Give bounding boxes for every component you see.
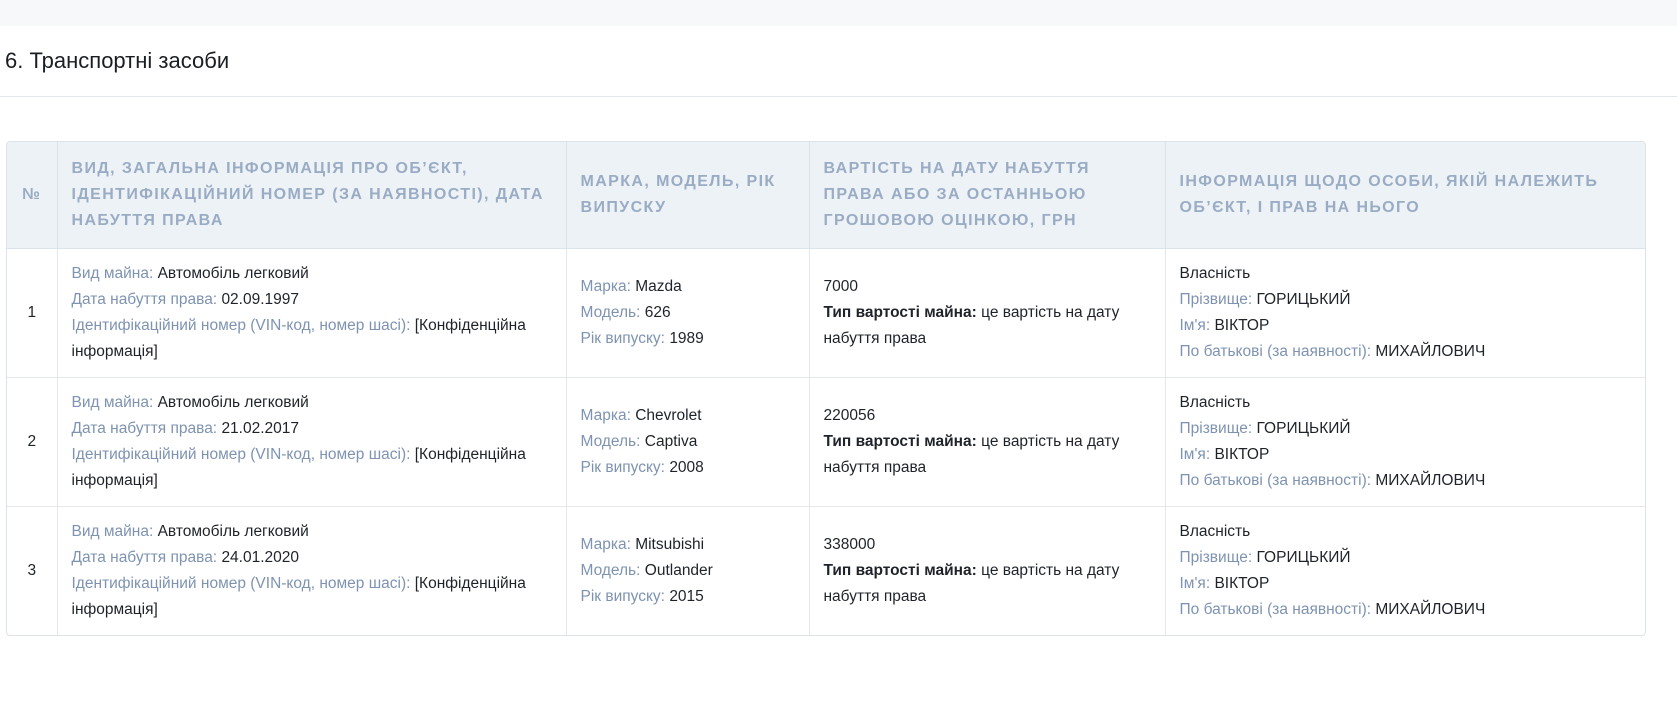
patronymic-value: МИХАЙЛОВИЧ: [1375, 601, 1486, 618]
owner-cell: Власність Прізвище: ГОРИЦЬКИЙ Ім'я: ВІКТ…: [1165, 248, 1645, 378]
patronymic-value: МИХАЙЛОВИЧ: [1375, 472, 1486, 489]
name-value: ВІКТОР: [1214, 575, 1270, 592]
patronymic-value: МИХАЙЛОВИЧ: [1375, 343, 1486, 360]
header-brand-model-year: Марка, модель, рік випуску: [566, 142, 810, 249]
kind-label: Вид майна:: [71, 265, 154, 282]
vin-label: Ідентифікаційний номер (VIN-код, номер ш…: [71, 446, 411, 463]
year-label: Рік випуску:: [580, 588, 666, 605]
patronymic-label: По батькові (за наявності):: [1179, 472, 1372, 489]
object-info-cell: Вид майна: Автомобіль легковий Дата набу…: [57, 506, 567, 635]
top-strip: [0, 0, 1677, 27]
model-value: Outlander: [644, 562, 713, 579]
vin-label: Ідентифікаційний номер (VIN-код, номер ш…: [71, 317, 411, 334]
row-number: 3: [7, 506, 58, 635]
date-value: 02.09.1997: [221, 291, 300, 308]
brand-value: Mitsubishi: [635, 536, 705, 553]
object-info-cell: Вид майна: Автомобіль легковий Дата набу…: [57, 248, 567, 378]
model-value: Captiva: [644, 433, 698, 450]
vehicles-table: № Вид, загальна інформація про об’єкт, і…: [7, 142, 1645, 635]
value-amount: 220056: [823, 407, 876, 424]
value-cell: 338000 Тип вартості майна: це вартість н…: [809, 506, 1166, 635]
value-type-label: Тип вартості майна:: [823, 433, 977, 450]
year-value: 2008: [669, 459, 704, 476]
date-label: Дата набуття права:: [71, 420, 218, 437]
brand-value: Chevrolet: [635, 407, 702, 424]
name-label: Ім'я:: [1179, 317, 1211, 334]
kind-value: Автомобіль легковий: [157, 394, 309, 411]
name-label: Ім'я:: [1179, 575, 1211, 592]
model-label: Модель:: [580, 433, 641, 450]
table-row: 2 Вид майна: Автомобіль легковий Дата на…: [7, 377, 1645, 507]
value-cell: 7000 Тип вартості майна: це вартість на …: [809, 248, 1166, 378]
kind-label: Вид майна:: [71, 523, 154, 540]
row-number: 1: [7, 248, 58, 378]
right-type: Власність: [1179, 394, 1251, 411]
model-value: 626: [644, 304, 671, 321]
row-number: 2: [7, 377, 58, 507]
header-number: №: [7, 142, 58, 249]
surname-value: ГОРИЦЬКИЙ: [1256, 549, 1351, 566]
year-label: Рік випуску:: [580, 330, 666, 347]
surname-value: ГОРИЦЬКИЙ: [1256, 420, 1351, 437]
name-label: Ім'я:: [1179, 446, 1211, 463]
name-value: ВІКТОР: [1214, 317, 1270, 334]
brand-model-cell: Марка: Mitsubishi Модель: Outlander Рік …: [566, 506, 810, 635]
date-label: Дата набуття права:: [71, 291, 218, 308]
date-value: 21.02.2017: [221, 420, 300, 437]
vehicles-table-wrapper: № Вид, загальна інформація про об’єкт, і…: [6, 141, 1646, 636]
owner-cell: Власність Прізвище: ГОРИЦЬКИЙ Ім'я: ВІКТ…: [1165, 507, 1645, 636]
surname-value: ГОРИЦЬКИЙ: [1256, 291, 1351, 308]
brand-label: Марка:: [580, 278, 631, 295]
brand-model-cell: Марка: Mazda Модель: 626 Рік випуску: 19…: [566, 248, 810, 378]
table-row: 1 Вид майна: Автомобіль легковий Дата на…: [7, 248, 1645, 378]
vehicles-section: 6. Транспортні засоби № Вид, загальна ін…: [0, 26, 1677, 713]
kind-label: Вид майна:: [71, 394, 154, 411]
date-value: 24.01.2020: [221, 549, 300, 566]
surname-label: Прізвище:: [1179, 420, 1253, 437]
vin-label: Ідентифікаційний номер (VIN-код, номер ш…: [71, 575, 411, 592]
object-info-cell: Вид майна: Автомобіль легковий Дата набу…: [57, 377, 567, 507]
name-value: ВІКТОР: [1214, 446, 1270, 463]
year-value: 2015: [669, 588, 704, 605]
header-object-info: Вид, загальна інформація про об’єкт, іде…: [57, 142, 567, 249]
kind-value: Автомобіль легковий: [157, 523, 309, 540]
model-label: Модель:: [580, 562, 641, 579]
brand-label: Марка:: [580, 536, 631, 553]
owner-cell: Власність Прізвище: ГОРИЦЬКИЙ Ім'я: ВІКТ…: [1165, 377, 1645, 507]
date-label: Дата набуття права:: [71, 549, 218, 566]
table-header-row: № Вид, загальна інформація про об’єкт, і…: [7, 142, 1645, 249]
brand-value: Mazda: [635, 278, 682, 295]
year-label: Рік випуску:: [580, 459, 666, 476]
kind-value: Автомобіль легковий: [157, 265, 309, 282]
value-amount: 7000: [823, 278, 858, 295]
value-amount: 338000: [823, 536, 876, 553]
header-owner-info: Інформація щодо особи, якій належить об’…: [1165, 142, 1645, 249]
surname-label: Прізвище:: [1179, 549, 1253, 566]
model-label: Модель:: [580, 304, 641, 321]
header-value: Вартість на дату набуття права або за ос…: [809, 142, 1166, 249]
surname-label: Прізвище:: [1179, 291, 1253, 308]
value-cell: 220056 Тип вартості майна: це вартість н…: [809, 377, 1166, 507]
section-title: 6. Транспортні засоби: [0, 26, 1677, 97]
brand-label: Марка:: [580, 407, 631, 424]
value-type-label: Тип вартості майна:: [823, 562, 977, 579]
table-row: 3 Вид майна: Автомобіль легковий Дата на…: [7, 506, 1645, 636]
patronymic-label: По батькові (за наявності):: [1179, 601, 1372, 618]
year-value: 1989: [669, 330, 704, 347]
value-type-label: Тип вартості майна:: [823, 304, 977, 321]
patronymic-label: По батькові (за наявності):: [1179, 343, 1372, 360]
right-type: Власність: [1179, 265, 1251, 282]
right-type: Власність: [1179, 523, 1251, 540]
brand-model-cell: Марка: Chevrolet Модель: Captiva Рік вип…: [566, 377, 810, 507]
